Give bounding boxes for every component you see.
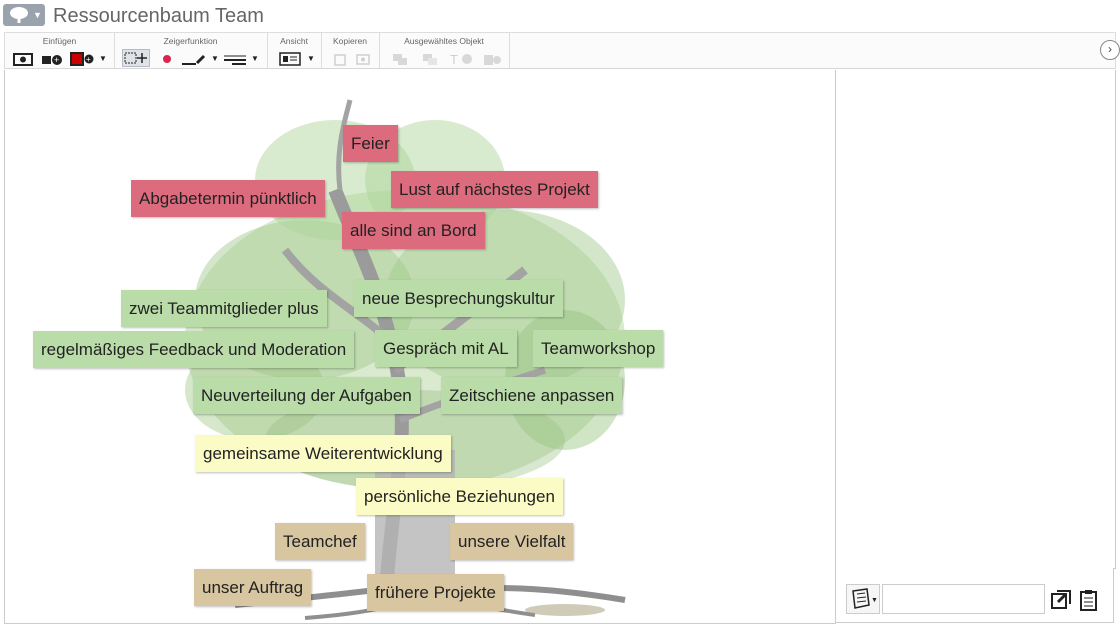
svg-text:+: + <box>86 55 91 64</box>
insert-card-icon[interactable]: + <box>70 51 94 67</box>
svg-text:▼: ▼ <box>871 597 878 604</box>
group-ansicht: Ansicht ▼ <box>267 33 322 69</box>
card-projekte[interactable]: frühere Projekte <box>367 574 504 611</box>
copy-icon <box>334 54 346 66</box>
select-tool-button[interactable] <box>122 49 150 67</box>
line-width-icon[interactable] <box>222 51 248 67</box>
text-settings-icon: T <box>450 52 472 67</box>
ribbon-toolbar: Einfügen + + ▼ Zeigerfunktion ▼ ▼ Ansich… <box>4 32 1116 69</box>
svg-text:+: + <box>54 55 59 65</box>
card-beziehungen[interactable]: persönliche Beziehungen <box>356 478 563 515</box>
note-type-button[interactable]: ▼ <box>846 584 880 614</box>
tree-canvas[interactable]: Feier Abgabetermin pünktlich Lust auf nä… <box>4 70 836 624</box>
record-dot-icon[interactable] <box>160 51 174 67</box>
card-teamchef[interactable]: Teamchef <box>275 523 365 560</box>
card-zeitschiene[interactable]: Zeitschiene anpassen <box>441 377 623 414</box>
side-panel <box>835 70 1116 569</box>
card-lust[interactable]: Lust auf nächstes Projekt <box>391 171 598 208</box>
tree-icon <box>10 7 28 23</box>
comment-input[interactable] <box>882 584 1045 614</box>
chevron-down-icon[interactable]: ▼ <box>99 51 107 67</box>
group-label-ansicht: Ansicht <box>280 36 308 46</box>
app-menu-button[interactable]: ▼ <box>3 4 45 26</box>
camera-copy-icon <box>356 54 370 65</box>
note-icon: ▼ <box>852 588 878 609</box>
card-neuverteilung[interactable]: Neuverteilung der Aufgaben <box>193 377 420 414</box>
card-besprechung[interactable]: neue Besprechungskultur <box>354 280 563 317</box>
card-gespraech[interactable]: Gespräch mit AL <box>375 330 517 367</box>
svg-text:T: T <box>450 52 458 67</box>
clipboard-icon[interactable] <box>1078 588 1100 612</box>
card-feier[interactable]: Feier <box>343 125 398 162</box>
card-workshop[interactable]: Teamworkshop <box>533 330 664 367</box>
chevron-down-icon[interactable]: ▼ <box>251 51 259 67</box>
chevron-down-icon[interactable]: ▼ <box>307 51 315 67</box>
group-label-einfuegen: Einfügen <box>42 36 77 46</box>
delete-icon <box>484 55 501 65</box>
group-zeiger: Zeigerfunktion ▼ ▼ <box>114 33 268 69</box>
select-move-icon <box>124 52 147 64</box>
insert-note-icon[interactable] <box>1049 588 1073 612</box>
chevron-right-icon[interactable]: › <box>1100 40 1120 60</box>
card-abgabetermin[interactable]: Abgabetermin pünktlich <box>131 180 325 217</box>
card-zwei[interactable]: zwei Teammitglieder plus <box>121 290 327 327</box>
group-ausgewaehlt: Ausgewähltes Objekt T <box>379 33 510 69</box>
group-einfuegen: Einfügen + + ▼ <box>5 33 115 69</box>
pen-line-icon[interactable] <box>180 51 208 67</box>
insert-image-icon[interactable] <box>13 51 33 67</box>
card-bord[interactable]: alle sind an Bord <box>342 212 485 249</box>
bring-front-icon <box>393 54 407 65</box>
card-feedback[interactable]: regelmäßiges Feedback und Moderation <box>33 331 355 368</box>
chevron-down-icon[interactable]: ▼ <box>211 51 219 67</box>
comment-bar: ▼ <box>835 568 1114 623</box>
group-label-ausgewaehlt: Ausgewähltes Objekt <box>404 36 484 46</box>
group-label-zeiger: Zeigerfunktion <box>163 36 218 46</box>
send-back-icon <box>423 54 437 65</box>
page-title: Ressourcenbaum Team <box>53 5 264 27</box>
group-kopieren: Kopieren <box>321 33 380 69</box>
group-label-kopieren: Kopieren <box>332 36 368 46</box>
card-weiterentwicklung[interactable]: gemeinsame Weiterentwicklung <box>195 435 451 472</box>
chevron-down-icon: ▼ <box>33 10 42 20</box>
view-card-icon[interactable] <box>279 51 301 67</box>
insert-camera-icon[interactable]: + <box>41 51 63 67</box>
card-auftrag[interactable]: unser Auftrag <box>194 569 312 606</box>
card-vielfalt[interactable]: unsere Vielfalt <box>450 523 574 560</box>
title-bar: ▼ Ressourcenbaum Team <box>0 0 1120 32</box>
